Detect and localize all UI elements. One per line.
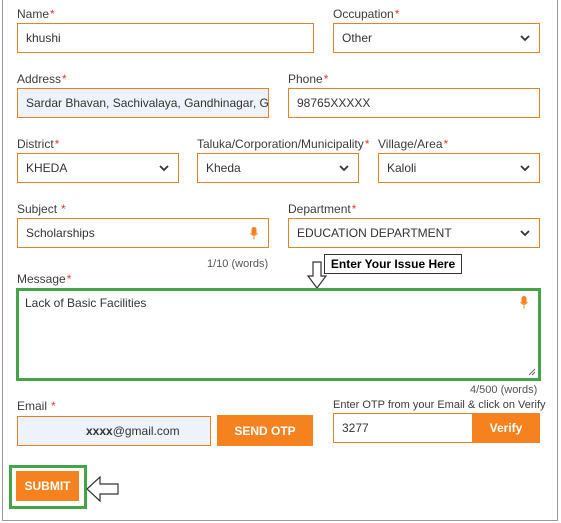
message-textarea[interactable]: Lack of Basic Facilities xyxy=(19,291,538,378)
message-label: Message* xyxy=(17,272,72,286)
chevron-down-icon xyxy=(520,165,530,172)
name-value: khushi xyxy=(26,31,61,45)
taluka-value: Kheda xyxy=(206,161,241,175)
village-value: Kaloli xyxy=(387,161,417,175)
enter-issue-callout: Enter Your Issue Here xyxy=(324,254,462,274)
village-label: Village/Area* xyxy=(378,137,449,151)
chevron-down-icon xyxy=(520,230,530,237)
village-select[interactable]: Kaloli xyxy=(378,153,540,183)
phone-input[interactable]: 98765XXXXX xyxy=(288,88,540,118)
submit-button[interactable]: SUBMIT xyxy=(16,471,79,501)
microphone-icon[interactable] xyxy=(250,227,258,240)
arrow-left-outline-icon xyxy=(86,475,119,503)
phone-label: Phone* xyxy=(288,72,329,86)
department-select[interactable]: EDUCATION DEPARTMENT xyxy=(288,218,540,248)
district-value: KHEDA xyxy=(26,161,68,175)
otp-label: Enter OTP from your Email & click on Ver… xyxy=(333,399,546,411)
address-input[interactable]: Sardar Bhavan, Sachivalaya, Gandhinagar,… xyxy=(17,88,269,118)
microphone-icon[interactable] xyxy=(520,296,528,309)
taluka-select[interactable]: Kheda xyxy=(197,153,359,183)
address-value: Sardar Bhavan, Sachivalaya, Gandhinagar,… xyxy=(26,96,269,110)
verify-button[interactable]: Verify xyxy=(472,413,540,443)
message-word-counter: 4/500 (words) xyxy=(470,384,538,396)
subject-word-counter: 1/10 (words) xyxy=(207,258,269,270)
occupation-label: Occupation* xyxy=(333,7,400,21)
otp-value: 3277 xyxy=(342,421,369,435)
resize-handle-icon[interactable] xyxy=(528,368,536,376)
otp-input[interactable]: 3277 xyxy=(333,413,473,443)
chevron-down-icon xyxy=(159,165,169,172)
occupation-select[interactable]: Other xyxy=(333,23,540,53)
department-label: Department* xyxy=(288,202,357,216)
email-value: xxxx@gmail.com xyxy=(86,424,180,438)
district-label: District* xyxy=(17,137,60,151)
name-label: Name* xyxy=(17,7,55,21)
taluka-label: Taluka/Corporation/Municipality* xyxy=(197,137,370,151)
message-value: Lack of Basic Facilities xyxy=(25,296,147,310)
email-label: Email * xyxy=(17,399,56,413)
subject-value: Scholarships xyxy=(26,226,95,240)
name-input[interactable]: khushi xyxy=(17,23,314,53)
occupation-value: Other xyxy=(342,31,373,45)
department-value: EDUCATION DEPARTMENT xyxy=(297,226,452,240)
arrow-down-outline-icon xyxy=(307,261,327,289)
chevron-down-icon xyxy=(520,35,530,42)
phone-value: 98765XXXXX xyxy=(297,96,371,110)
subject-label: Subject * xyxy=(17,202,66,216)
subject-input[interactable]: Scholarships xyxy=(17,218,269,248)
chevron-down-icon xyxy=(339,165,349,172)
address-label: Address* xyxy=(17,72,67,86)
send-otp-button[interactable]: SEND OTP xyxy=(217,415,313,446)
district-select[interactable]: KHEDA xyxy=(17,153,179,183)
email-input[interactable]: xxxx@gmail.com xyxy=(17,416,211,446)
